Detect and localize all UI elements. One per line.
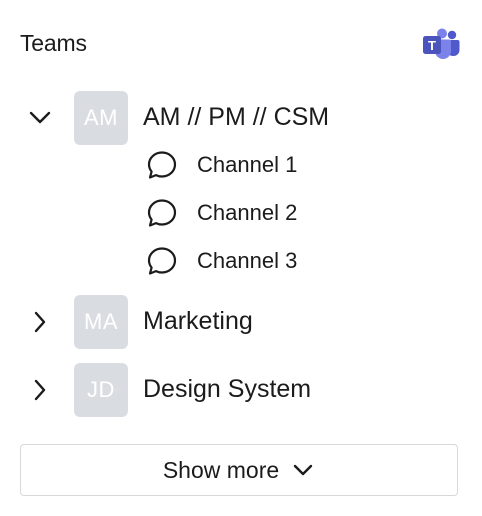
- chevron-down-icon: [293, 459, 315, 481]
- show-more-button[interactable]: Show more: [20, 444, 458, 496]
- team-avatar: JD: [74, 363, 128, 417]
- channel-item-channel-1[interactable]: Channel 1: [146, 149, 462, 181]
- team-avatar: MA: [74, 295, 128, 349]
- team-row-marketing[interactable]: MA Marketing: [26, 295, 462, 349]
- microsoft-teams-logo-icon: T: [422, 28, 460, 60]
- chevron-down-icon[interactable]: [26, 104, 54, 132]
- channel-label: Channel 2: [197, 200, 298, 225]
- chat-bubble-icon: [146, 197, 178, 229]
- channel-item-channel-2[interactable]: Channel 2: [146, 197, 462, 229]
- panel-title: Teams: [20, 30, 87, 56]
- channel-label: Channel 1: [197, 152, 298, 177]
- team-name: Design System: [143, 375, 312, 403]
- show-more-label: Show more: [162, 456, 280, 483]
- chevron-right-icon[interactable]: [26, 376, 54, 404]
- chat-bubble-icon: [146, 149, 178, 181]
- team-name: Marketing: [143, 307, 253, 335]
- chevron-right-icon[interactable]: [26, 308, 54, 336]
- teams-header: Teams T: [20, 28, 460, 62]
- teams-logo-letter: T: [428, 38, 436, 53]
- team-name: AM // PM // CSM: [143, 103, 330, 131]
- channel-item-channel-3[interactable]: Channel 3: [146, 245, 462, 277]
- team-avatar: AM: [74, 91, 128, 145]
- team-row-design-system[interactable]: JD Design System: [26, 363, 462, 417]
- team-row-am-pm-csm[interactable]: AM AM // PM // CSM: [26, 91, 462, 145]
- channel-label: Channel 3: [197, 248, 298, 273]
- chat-bubble-icon: [146, 245, 178, 277]
